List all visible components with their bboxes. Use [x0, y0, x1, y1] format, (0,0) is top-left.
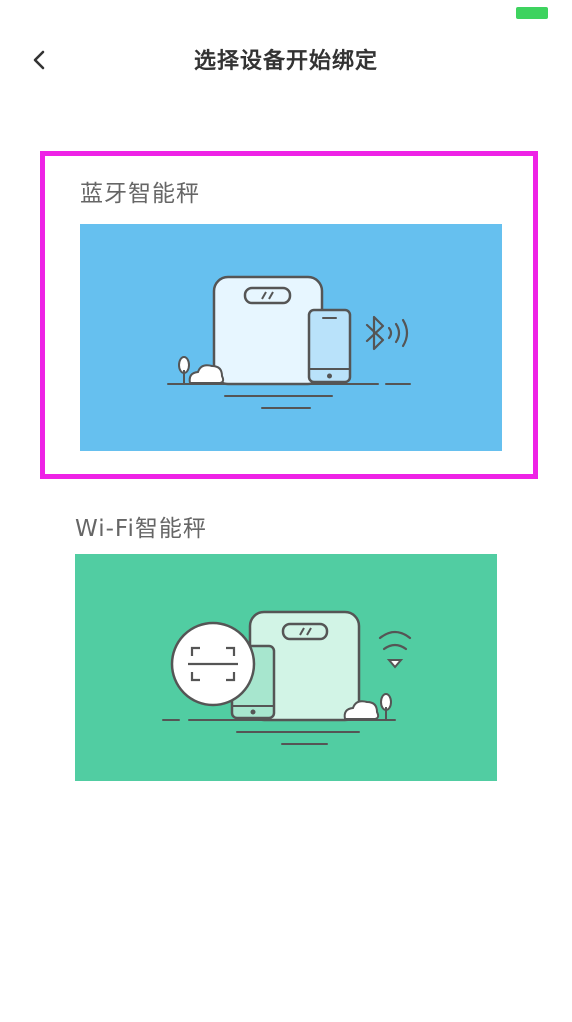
wifi-scale-label: Wi-Fi智能秤	[75, 516, 207, 542]
wifi-scale-image	[75, 554, 497, 781]
battery-icon	[516, 7, 548, 19]
scan-icon	[170, 621, 256, 707]
page-title: 选择设备开始绑定	[193, 49, 378, 74]
wifi-scale-card[interactable]: Wi-Fi智能秤	[40, 491, 538, 819]
bluetooth-scale-card[interactable]: 蓝牙智能秤	[40, 151, 538, 479]
bluetooth-scale-image	[80, 224, 502, 451]
scale-icon	[212, 275, 324, 386]
phone-icon	[307, 308, 352, 384]
bluetooth-scale-label: 蓝牙智能秤	[80, 181, 200, 207]
